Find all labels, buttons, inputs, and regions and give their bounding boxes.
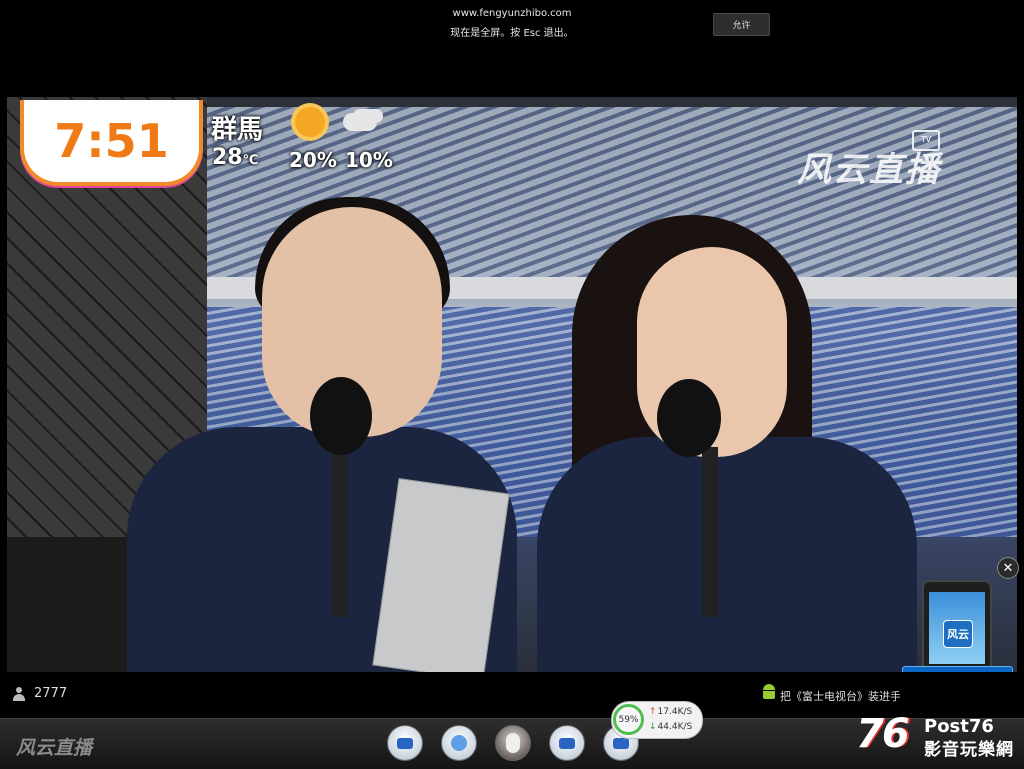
- precip-chance-1: 20%: [289, 148, 337, 172]
- sofa-icon: [613, 737, 629, 749]
- weather-place: 群馬: [211, 115, 264, 145]
- temperature-unit: ℃: [242, 153, 259, 168]
- sofa-icon: [397, 737, 413, 749]
- app-logo: 风云直播: [16, 737, 93, 759]
- phone-screen: 风云: [929, 592, 985, 664]
- toolbar-sofa-button-2[interactable]: [549, 725, 585, 761]
- microphone-handle-right: [702, 447, 718, 617]
- tv-icon: TV: [912, 130, 940, 151]
- android-icon: [762, 684, 776, 700]
- microphone-handle-left: [332, 447, 348, 617]
- allow-button[interactable]: 允许: [713, 13, 770, 36]
- sun-icon: [295, 107, 325, 137]
- toolbar-person-button[interactable]: [441, 725, 477, 761]
- user-icon: [13, 687, 25, 701]
- weather-temperature: 28℃: [212, 145, 258, 170]
- microphone-right: [657, 379, 721, 457]
- temperature-value: 28: [212, 145, 243, 170]
- fullscreen-message: 现在是全屏。按 Esc 退出。: [450, 28, 574, 39]
- sofa-icon: [559, 737, 575, 749]
- viewer-count: 2777: [34, 686, 68, 701]
- broadcast-clock: 7:51: [20, 100, 203, 186]
- download-speed: 44.4K/S: [649, 722, 693, 732]
- host-right-body: [537, 437, 917, 672]
- site-logo-name: Post76: [924, 716, 994, 737]
- avatar-icon: [506, 733, 520, 753]
- precip-chance-2: 10%: [345, 148, 393, 172]
- share-text[interactable]: 把《富士电视台》装进手: [780, 688, 900, 704]
- close-icon[interactable]: ✕: [997, 557, 1019, 579]
- person-icon: [451, 735, 467, 751]
- site-logo-number: 76: [856, 711, 910, 757]
- toolbar-sofa-button-1[interactable]: [387, 725, 423, 761]
- fullscreen-notice: www.fengyunzhibo.com 现在是全屏。按 Esc 退出。 允许: [0, 0, 1024, 97]
- video-player[interactable]: 7:51 群馬 28℃ 20% 10% 风云直播 TV: [7, 97, 1017, 672]
- fullscreen-url: www.fengyunzhibo.com: [452, 8, 572, 19]
- upload-speed: 17.4K/S: [649, 707, 693, 717]
- cloud-icon: [343, 113, 377, 131]
- toolbar-avatar-button[interactable]: [495, 725, 531, 761]
- site-logo-subtitle: 影音玩樂網: [924, 740, 1014, 760]
- microphone-left: [310, 377, 372, 455]
- app-icon: 风云: [943, 620, 973, 648]
- speed-percent: 59%: [613, 704, 644, 735]
